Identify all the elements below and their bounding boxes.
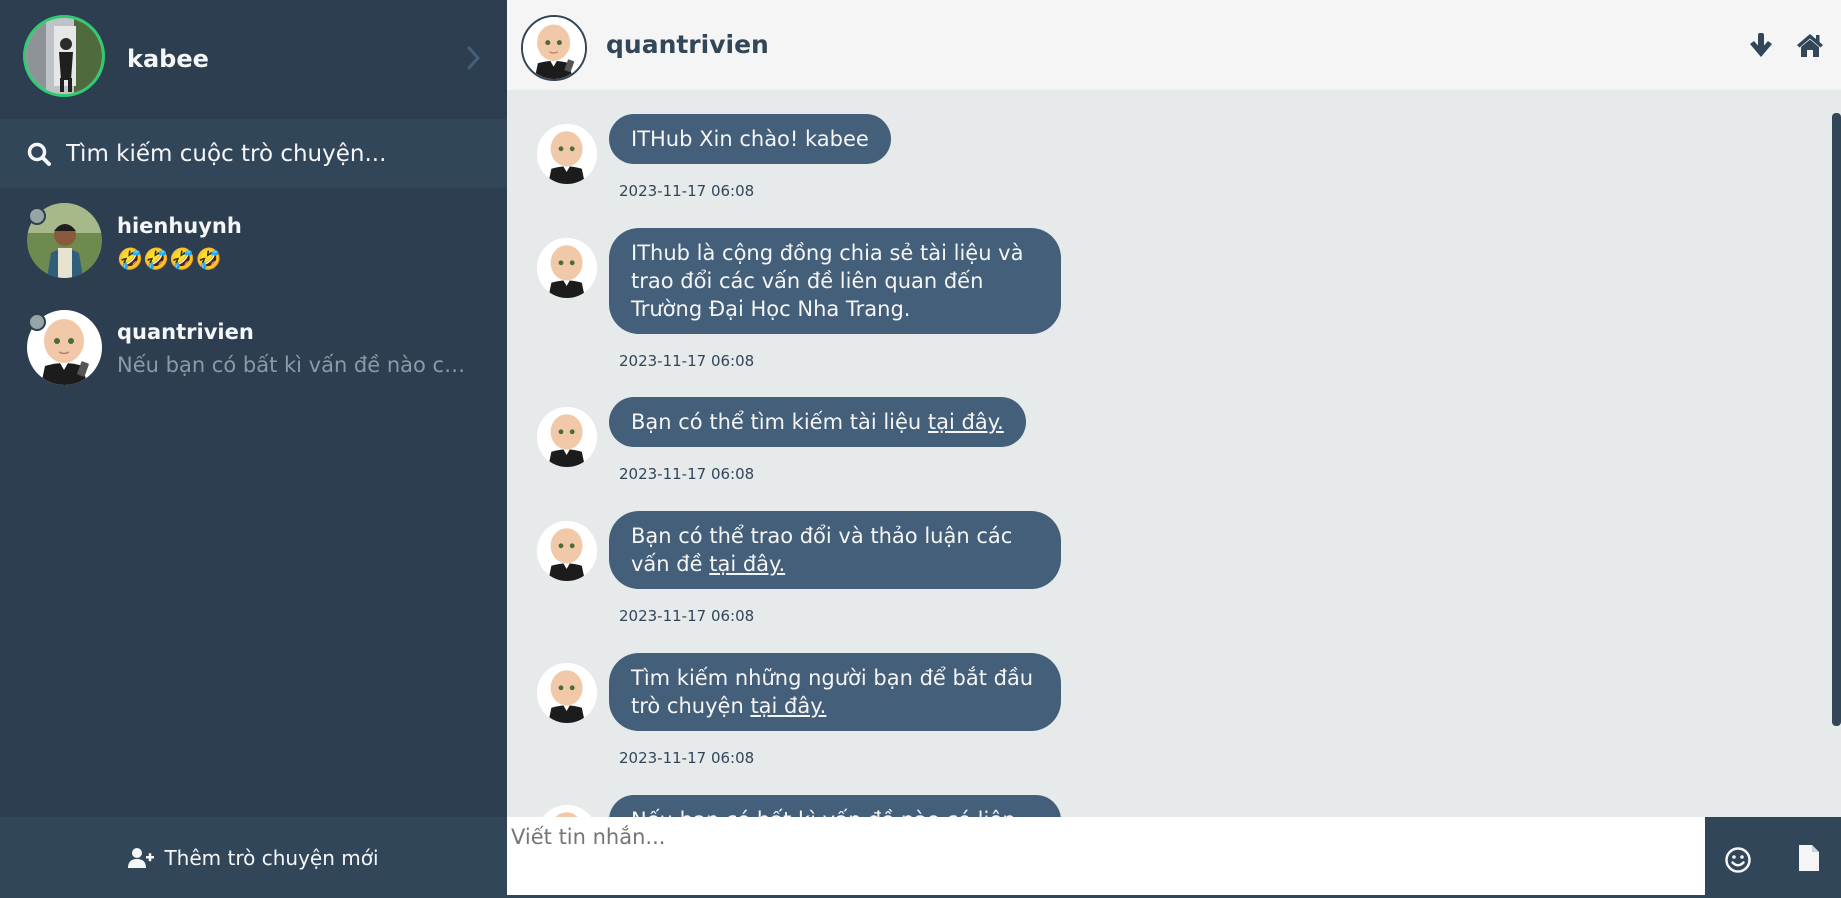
message-time: 2023-11-17 06:08 [619,352,755,370]
contact-name: hienhuynh [117,214,242,238]
message-time: 2023-11-17 06:08 [619,182,755,200]
home-icon[interactable] [1796,32,1824,58]
contact-preview: Nếu bạn có bất kì vấn đề nào có liên hệ … [117,353,467,377]
message-link[interactable]: tại đây. [750,694,826,718]
chat-panel: quantrivien ITHub Xin chào! kabee 2023-1… [507,0,1841,898]
message-scrollbar[interactable] [1832,113,1841,726]
message-avatar [537,407,597,467]
message-link[interactable]: tại đây. [709,552,785,576]
message-list[interactable]: ITHub Xin chào! kabee 2023-11-17 06:08 I… [507,90,1841,817]
contact-item-quantrivien[interactable]: quantrivien Nếu bạn có bất kì vấn đề nào… [0,294,507,400]
add-conversation-label: Thêm trò chuyện mới [164,845,379,870]
search-input[interactable] [66,137,486,171]
sidebar-footer: Thêm trò chuyện mới [0,817,507,898]
status-dot [28,313,46,331]
chat-contact-name: quantrivien [606,30,769,59]
message-bubble: Tìm kiếm những người bạn để bắt đầu trò … [609,653,1061,731]
smile-icon[interactable] [1724,846,1752,874]
arrow-down-icon[interactable] [1749,32,1773,58]
profile-section: kabee [0,0,507,119]
message-bubble: Bạn có thể tìm kiếm tài liệu tại đây. [609,397,1026,447]
message-time: 2023-11-17 06:08 [619,465,755,483]
message-avatar [537,521,597,581]
message-composer [507,817,1841,898]
add-conversation-button[interactable]: Thêm trò chuyện mới [0,817,507,898]
file-icon[interactable] [1798,844,1820,872]
user-plus-icon [128,847,155,868]
message-link[interactable]: tại đây. [928,410,1004,434]
message-avatar [537,805,597,817]
message-bubble: Bạn có thể trao đổi và thảo luận các vấn… [609,511,1061,589]
profile-name: kabee [127,45,209,73]
message-bubble: Nếu bạn có bất kì vấn đề nào có liên [609,795,1061,817]
message-avatar [537,663,597,723]
contact-preview: 🤣🤣🤣🤣 [117,247,222,271]
chevron-right-icon[interactable] [466,44,482,72]
contact-name: quantrivien [117,320,254,344]
contact-item-hienhuynh[interactable]: hienhuynh 🤣🤣🤣🤣 [0,188,507,294]
message-avatar [537,124,597,184]
chat-header: quantrivien [507,0,1841,90]
message-bubble: IThub là cộng đồng chia sẻ tài liệu và t… [609,228,1061,334]
chat-contact-avatar [521,15,587,81]
message-time: 2023-11-17 06:08 [619,749,755,767]
message-input[interactable] [507,817,1705,895]
search-icon [27,142,51,166]
sidebar: kabee hienhuynh 🤣🤣🤣🤣 [0,0,507,898]
status-dot [28,207,46,225]
message-bubble: ITHub Xin chào! kabee [609,114,891,164]
message-time: 2023-11-17 06:08 [619,607,755,625]
search-bar [0,119,507,188]
message-avatar [537,238,597,298]
profile-avatar[interactable] [23,15,105,97]
